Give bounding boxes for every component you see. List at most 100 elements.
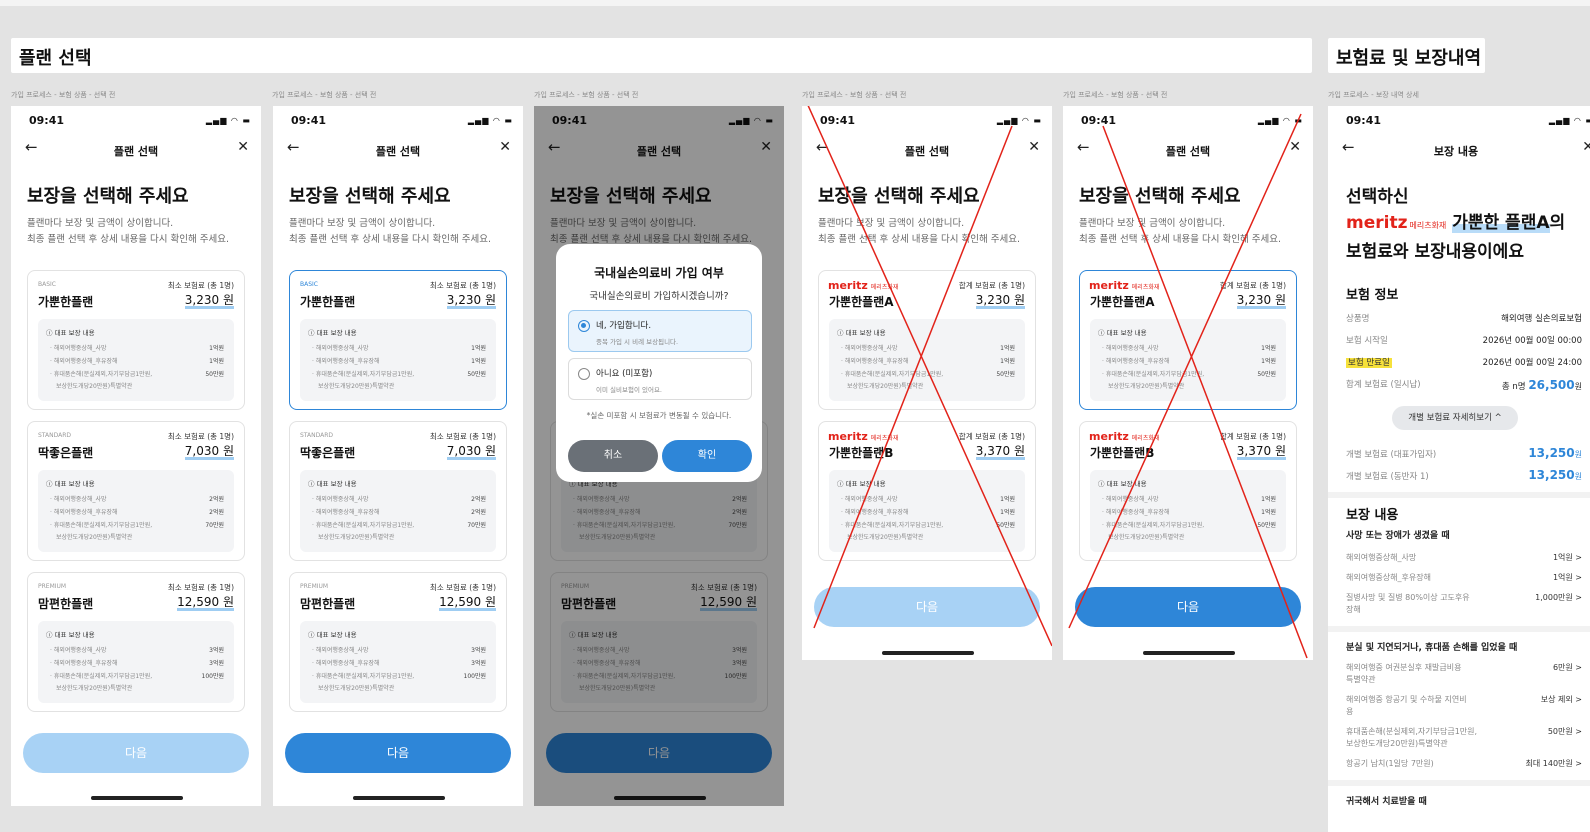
coverage-item[interactable]: 해외여행중상해_사망 1억원 > bbox=[1346, 552, 1582, 564]
close-icon[interactable]: ✕ bbox=[1582, 139, 1590, 155]
coverage-group-title: 분실 및 지연되거나, 휴대품 손해를 입었을 때 bbox=[1346, 643, 1518, 653]
frame-label: 가입 프로세스 - 보험 상품 - 선택 전 bbox=[534, 91, 639, 99]
radio-unselected-icon bbox=[578, 368, 590, 380]
phone-frame-3: 09:41 ▂▄▆ ◠ ▬ ← 플랜 선택 ✕ 보장을 선택해 주세요 플랜마다… bbox=[534, 106, 784, 806]
coverage-item[interactable]: 해외여행중상해_후유장해 1억원 > bbox=[1346, 572, 1582, 584]
domestic-medical-modal: 국내실손의료비 가입 여부 국내실손의료비 가입하시겠습니까? 네, 가입합니다… bbox=[556, 244, 762, 482]
close-icon[interactable]: ✕ bbox=[499, 139, 511, 155]
status-time: 09:41 bbox=[1346, 114, 1382, 127]
frame-label: 가입 프로세스 - 보험 상품 - 선택 전 bbox=[1063, 91, 1168, 99]
coverage-row: 보상한도개당20만원)특별약관 bbox=[318, 534, 395, 541]
top-strip bbox=[0, 0, 1590, 6]
coverage-row: 보상한도개당20만원)특별약관 bbox=[56, 383, 133, 390]
confirm-button[interactable]: 확인 bbox=[662, 440, 752, 472]
coverage-row: 보상한도개당20만원)특별약관 bbox=[318, 383, 395, 390]
nav-title: 플랜 선택 bbox=[113, 145, 159, 158]
plan-card-premium[interactable]: PREMIUM 맘편한플랜 최소 보험료 (총 1명) 12,590 원 ⓘ 대… bbox=[289, 572, 507, 712]
status-icons: ▂▄▆ ◠ ▬ bbox=[1548, 116, 1590, 125]
coverage-heading: 보장 내용 bbox=[1346, 508, 1399, 523]
phone-frame-4: 09:41 ▂▄▆ ◠ ▬ ← 플랜 선택 ✕ 보장을 선택해 주세요 플랜마다… bbox=[802, 106, 1052, 660]
page-subtitle: 플랜마다 보장 및 금액이 상이합니다. 최종 플랜 선택 후 상세 내용을 다시… bbox=[27, 218, 229, 245]
min-premium-label: 최소 보험료 (총 1명) bbox=[429, 281, 496, 290]
plan-name: 맘편한플랜 bbox=[38, 597, 94, 611]
option-yes[interactable]: 네, 가입합니다. 중복 가입 시 비례 보상됩니다. bbox=[568, 310, 752, 352]
coverage-group-title: 귀국해서 치료받을 때 bbox=[1346, 797, 1427, 807]
meritz-logo: meritz 메리츠화재 bbox=[1346, 213, 1447, 233]
status-icons: ▂▄▆ ◠ ▬ bbox=[467, 116, 513, 125]
coverage-row: · 휴대품손해(분실제외,자기부담금1만원, 70만원 bbox=[312, 522, 486, 529]
plan-card-standard[interactable]: STANDARD 딱좋은플랜 최소 보험료 (총 1명) 7,030 원 ⓘ 대… bbox=[27, 421, 245, 561]
option-description: 이미 실비보험이 있어요. bbox=[596, 386, 662, 394]
coverage-row: · 휴대품손해(분실제외,자기부담금1만원, 50만원 bbox=[50, 371, 224, 378]
coverage-item[interactable]: 해외여행중 항공기 및 수하물 지연비 용 보상 제외 > bbox=[1346, 694, 1582, 718]
plan-tier: BASIC bbox=[300, 281, 318, 288]
coverage-row: · 해외여행중상해_사망 1억원 bbox=[50, 345, 224, 352]
section-header-plan-select: 플랜 선택 bbox=[11, 38, 1312, 73]
coverage-label: ⓘ 대표 보장 내용 bbox=[46, 480, 95, 488]
coverage-item[interactable]: 항공기 납치(1일당 7만원) 최대 140만원 > bbox=[1346, 758, 1582, 770]
close-icon[interactable]: ✕ bbox=[237, 139, 249, 155]
coverage-row: · 해외여행중상해_사망 2억원 bbox=[50, 496, 224, 503]
page-heading: 보장을 선택해 주세요 bbox=[289, 186, 451, 207]
section-divider bbox=[1328, 492, 1590, 498]
plan-tier: PREMIUM bbox=[38, 583, 67, 590]
min-premium-label: 최소 보험료 (총 1명) bbox=[429, 432, 496, 441]
info-row-product: 상품명 해외여행 실손의료보험 bbox=[1346, 314, 1582, 324]
cancel-button[interactable]: 취소 bbox=[568, 440, 658, 472]
nav-title: 플랜 선택 bbox=[375, 145, 421, 158]
coverage-row: · 해외여행중상해_후유장해 2억원 bbox=[312, 509, 486, 516]
plan-name: 맘편한플랜 bbox=[300, 597, 356, 611]
modal-question: 국내실손의료비 가입하시겠습니까? bbox=[589, 291, 729, 302]
section-title: 플랜 선택 bbox=[19, 48, 92, 69]
page-subtitle: 플랜마다 보장 및 금액이 상이합니다. 최종 플랜 선택 후 상세 내용을 다시… bbox=[289, 218, 491, 245]
coverage-row: · 휴대품손해(분실제외,자기부담금1만원, 50만원 bbox=[312, 371, 486, 378]
individual-premium-toggle[interactable]: 개별 보험료 자세히보기 ^ bbox=[1392, 406, 1518, 430]
coverage-box: ⓘ 대표 보장 내용 · 해외여행중상해_사망 1억원 · 해외여행중상해_후유장… bbox=[38, 319, 234, 401]
coverage-box: ⓘ 대표 보장 내용 · 해외여행중상해_사망 3억원 · 해외여행중상해_후유장… bbox=[38, 621, 234, 703]
frame-label: 가입 프로세스 - 보험 상품 - 선택 전 bbox=[11, 91, 116, 99]
plan-card-basic[interactable]: BASIC 가뿐한플랜 최소 보험료 (총 1명) 3,230 원 ⓘ 대표 보… bbox=[27, 270, 245, 410]
coverage-row: 보상한도개당20만원)특별약관 bbox=[56, 534, 133, 541]
coverage-group-title: 사망 또는 장애가 생겼을 때 bbox=[1346, 531, 1450, 541]
coverage-row: · 휴대품손해(분실제외,자기부담금1만원, 100만원 bbox=[50, 673, 224, 680]
plan-card-standard[interactable]: STANDARD 딱좋은플랜 최소 보험료 (총 1명) 7,030 원 ⓘ 대… bbox=[289, 421, 507, 561]
option-no[interactable]: 아니요 (미포함) 이미 실비보험이 있어요. bbox=[568, 358, 752, 400]
next-button[interactable]: 다음 bbox=[23, 733, 249, 773]
plan-card-premium[interactable]: PREMIUM 맘편한플랜 최소 보험료 (총 1명) 12,590 원 ⓘ 대… bbox=[27, 572, 245, 712]
modal-note: *실손 미포함 시 보험료가 변동될 수 있습니다. bbox=[586, 411, 732, 420]
individual-premium-companion: 개별 보험료 (동반자 1) 13,250원 bbox=[1346, 468, 1582, 482]
coverage-row: · 해외여행중상해_사망 3억원 bbox=[312, 647, 486, 654]
coverage-row: · 해외여행중상해_사망 3억원 bbox=[50, 647, 224, 654]
min-premium-label: 최소 보험료 (총 1명) bbox=[167, 583, 234, 592]
cross-out-mark bbox=[1068, 113, 1308, 659]
plan-price: 3,230 원 bbox=[184, 293, 234, 309]
plan-tier: PREMIUM bbox=[300, 583, 329, 590]
modal-title: 국내실손의료비 가입 여부 bbox=[594, 266, 724, 280]
min-premium-label: 최소 보험료 (총 1명) bbox=[167, 281, 234, 290]
coverage-row: · 휴대품손해(분실제외,자기부담금1만원, 100만원 bbox=[312, 673, 486, 680]
coverage-item[interactable]: 질병사망 및 질병 80%이상 고도후유 장해 1,000만원 > bbox=[1346, 592, 1582, 616]
frame-label: 가입 프로세스 - 보장 내역 상세 bbox=[1328, 91, 1419, 99]
option-label: 아니요 (미포함) bbox=[596, 369, 653, 379]
coverage-item[interactable]: 휴대품손해(분실제외,자기부담금1만원, 보상한도개당20만원)특별약관 50만원 … bbox=[1346, 726, 1582, 750]
coverage-box: ⓘ 대표 보장 내용 · 해외여행중상해_사망 3억원 · 해외여행중상해_후유장… bbox=[300, 621, 496, 703]
option-label: 네, 가입합니다. bbox=[596, 321, 652, 331]
cross-out-mark bbox=[807, 106, 1052, 647]
plan-name: 딱좋은플랜 bbox=[300, 446, 356, 460]
plan-price: 12,590 원 bbox=[439, 595, 496, 611]
coverage-row: · 해외여행중상해_후유장해 1억원 bbox=[312, 358, 486, 365]
next-button[interactable]: 다음 bbox=[285, 733, 511, 773]
nav-title: 보장 내용 bbox=[1433, 145, 1479, 158]
plan-tier: STANDARD bbox=[38, 432, 72, 439]
coverage-item[interactable]: 해외여행중 여권분실후 재발급비용 특별약관 6만원 > bbox=[1346, 662, 1582, 686]
plan-price: 3,230 원 bbox=[446, 293, 496, 309]
status-time: 09:41 bbox=[29, 114, 65, 127]
coverage-label: ⓘ 대표 보장 내용 bbox=[308, 480, 357, 488]
plan-name: 가뿐한플랜 bbox=[300, 295, 356, 309]
frame-label: 가입 프로세스 - 보험 상품 - 선택 전 bbox=[272, 91, 377, 99]
min-premium-label: 최소 보험료 (총 1명) bbox=[429, 583, 496, 592]
detail-heading: 선택하신 meritz 메리츠화재 가뿐한 플랜A의 보험료와 보장내용이에요 bbox=[1346, 187, 1566, 262]
plan-card-basic[interactable]: BASIC 가뿐한플랜 최소 보험료 (총 1명) 3,230 원 ⓘ 대표 보… bbox=[289, 270, 507, 410]
coverage-label: ⓘ 대표 보장 내용 bbox=[308, 329, 357, 337]
phone-frame-5: 09:41 ▂▄▆ ◠ ▬ ← 플랜 선택 ✕ 보장을 선택해 주세요 플랜마다… bbox=[1063, 106, 1313, 660]
